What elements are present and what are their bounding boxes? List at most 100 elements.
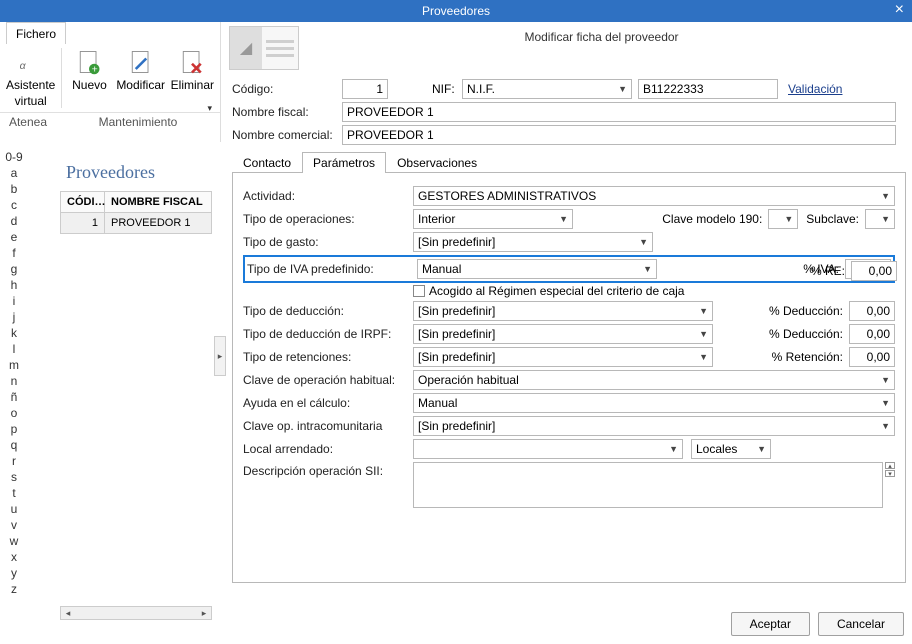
alpha-l[interactable]: l bbox=[13, 342, 16, 358]
alpha-c[interactable]: c bbox=[11, 198, 17, 214]
group-dropdown-icon[interactable]: ▾ bbox=[207, 103, 212, 114]
tipo-gasto-select[interactable]: [Sin predefinir]▼ bbox=[413, 232, 653, 252]
desc-sii-textarea[interactable] bbox=[413, 462, 883, 508]
delete-button[interactable]: Eliminar bbox=[171, 48, 214, 108]
pct-ded-label: % Deducción: bbox=[769, 304, 843, 318]
validacion-link[interactable]: Validación bbox=[788, 82, 842, 96]
alpha-q[interactable]: q bbox=[11, 438, 18, 454]
tab-contacto[interactable]: Contacto bbox=[232, 152, 302, 173]
subclave-select[interactable]: ▼ bbox=[865, 209, 895, 229]
alpha-b[interactable]: b bbox=[11, 182, 18, 198]
pct-ret-label: % Retención: bbox=[772, 350, 843, 364]
locales-button[interactable]: Locales▼ bbox=[691, 439, 771, 459]
tipo-iva-label: Tipo de IVA predefinido: bbox=[247, 262, 417, 276]
chevron-down-icon: ▼ bbox=[665, 444, 678, 454]
delete-doc-icon bbox=[178, 48, 206, 76]
cancel-button[interactable]: Cancelar bbox=[818, 612, 904, 636]
desc-sii-spinner: ▴ ▾ bbox=[885, 462, 895, 477]
scroll-right-icon[interactable]: ▸ bbox=[197, 607, 211, 619]
alpha-w[interactable]: w bbox=[10, 534, 19, 550]
clave-op-select[interactable]: Operación habitual▼ bbox=[413, 370, 895, 390]
tipo-ded-select[interactable]: [Sin predefinir]▼ bbox=[413, 301, 713, 321]
nif-type-select[interactable]: N.I.F.▼ bbox=[462, 79, 632, 99]
tipo-ret-label: Tipo de retenciones: bbox=[243, 350, 413, 364]
tab-observaciones[interactable]: Observaciones bbox=[386, 152, 488, 173]
tipo-ded-irpf-select[interactable]: [Sin predefinir]▼ bbox=[413, 324, 713, 344]
alpha-ñ[interactable]: ñ bbox=[11, 390, 18, 406]
alpha-e[interactable]: e bbox=[11, 230, 18, 246]
alpha-o[interactable]: o bbox=[11, 406, 18, 422]
alpha-t[interactable]: t bbox=[12, 486, 15, 502]
alpha-j[interactable]: j bbox=[13, 310, 16, 326]
pct-ded-input[interactable] bbox=[849, 301, 895, 321]
local-select[interactable]: ▼ bbox=[413, 439, 683, 459]
alpha-y[interactable]: y bbox=[11, 566, 17, 582]
table-row[interactable]: 1 PROVEEDOR 1 bbox=[60, 213, 212, 234]
tipo-iva-select[interactable]: Manual▼ bbox=[417, 259, 657, 279]
actividad-select[interactable]: GESTORES ADMINISTRATIVOS▼ bbox=[413, 186, 895, 206]
modify-button[interactable]: Modificar bbox=[117, 48, 165, 108]
window-titlebar: Proveedores × bbox=[0, 0, 912, 22]
close-icon[interactable]: × bbox=[895, 1, 904, 19]
form-tabs: Contacto Parámetros Observaciones bbox=[232, 151, 906, 173]
alpha-g[interactable]: g bbox=[11, 262, 18, 278]
alpha-i[interactable]: i bbox=[13, 294, 16, 310]
new-doc-icon: + bbox=[75, 48, 103, 76]
alpha-z[interactable]: z bbox=[11, 582, 17, 598]
panel-expander[interactable]: ▸ bbox=[214, 336, 226, 376]
chevron-down-icon: ▼ bbox=[695, 306, 708, 316]
pct-re-input[interactable] bbox=[851, 261, 897, 281]
assistant-button[interactable]: α Asistente virtual bbox=[6, 48, 55, 108]
alpha-r[interactable]: r bbox=[12, 454, 16, 470]
clave-intra-select[interactable]: [Sin predefinir]▼ bbox=[413, 416, 895, 436]
alpha-h[interactable]: h bbox=[11, 278, 18, 294]
alpha-k[interactable]: k bbox=[11, 326, 17, 342]
form-title: Modificar ficha del proveedor bbox=[299, 26, 904, 44]
nombre-fiscal-input[interactable] bbox=[342, 102, 896, 122]
alpha-m[interactable]: m bbox=[9, 358, 19, 374]
tipo-op-select[interactable]: Interior▼ bbox=[413, 209, 573, 229]
alpha-v[interactable]: v bbox=[11, 518, 17, 534]
alpha-p[interactable]: p bbox=[11, 422, 18, 438]
alpha-s[interactable]: s bbox=[11, 470, 17, 486]
tab-parametros[interactable]: Parámetros bbox=[302, 152, 386, 173]
local-label: Local arrendado: bbox=[243, 442, 413, 456]
new-button[interactable]: + Nuevo bbox=[68, 48, 110, 108]
nif-input[interactable] bbox=[638, 79, 778, 99]
chevron-down-icon: ▼ bbox=[639, 264, 652, 274]
tab-parametros-body: Actividad: GESTORES ADMINISTRATIVOS▼ Tip… bbox=[232, 173, 906, 583]
assistant-icon: α bbox=[17, 48, 45, 76]
pct-ded2-input[interactable] bbox=[849, 324, 895, 344]
tipo-ret-select[interactable]: [Sin predefinir]▼ bbox=[413, 347, 713, 367]
ayuda-select[interactable]: Manual▼ bbox=[413, 393, 895, 413]
codigo-input[interactable] bbox=[342, 79, 388, 99]
alpha-a[interactable]: a bbox=[11, 166, 18, 182]
supplier-preview-image[interactable]: ◢ bbox=[229, 26, 299, 70]
clave-intra-label: Clave op. intracomunitaria bbox=[243, 419, 413, 433]
accept-button[interactable]: Aceptar bbox=[731, 612, 810, 636]
alpha-n[interactable]: n bbox=[11, 374, 18, 390]
alpha-x[interactable]: x bbox=[11, 550, 17, 566]
scroll-left-icon[interactable]: ◂ bbox=[61, 607, 75, 619]
grid-col-codigo[interactable]: CÓDI… bbox=[61, 192, 105, 212]
grid-horizontal-scrollbar[interactable]: ◂ ▸ bbox=[60, 606, 212, 620]
alpha-0-9[interactable]: 0-9 bbox=[5, 150, 22, 166]
acogido-label: Acogido al Régimen especial del criterio… bbox=[429, 284, 684, 298]
nombre-comercial-input[interactable] bbox=[342, 125, 896, 145]
alpha-f[interactable]: f bbox=[12, 246, 15, 262]
chevron-down-icon: ▼ bbox=[555, 214, 568, 224]
grid-cell-name: PROVEEDOR 1 bbox=[105, 213, 211, 233]
clave190-select[interactable]: ▼ bbox=[768, 209, 798, 229]
acogido-checkbox[interactable] bbox=[413, 285, 425, 297]
spinner-up-icon[interactable]: ▴ bbox=[885, 462, 895, 469]
file-tab[interactable]: Fichero bbox=[6, 22, 66, 44]
edit-doc-icon bbox=[127, 48, 155, 76]
chevron-down-icon: ▼ bbox=[780, 214, 793, 224]
alpha-d[interactable]: d bbox=[11, 214, 18, 230]
chevron-down-icon: ▼ bbox=[877, 191, 890, 201]
spinner-down-icon[interactable]: ▾ bbox=[885, 470, 895, 477]
pct-ret-input[interactable] bbox=[849, 347, 895, 367]
grid-col-nombre[interactable]: NOMBRE FISCAL bbox=[105, 192, 211, 212]
chevron-down-icon: ▼ bbox=[753, 444, 766, 454]
alpha-u[interactable]: u bbox=[11, 502, 18, 518]
